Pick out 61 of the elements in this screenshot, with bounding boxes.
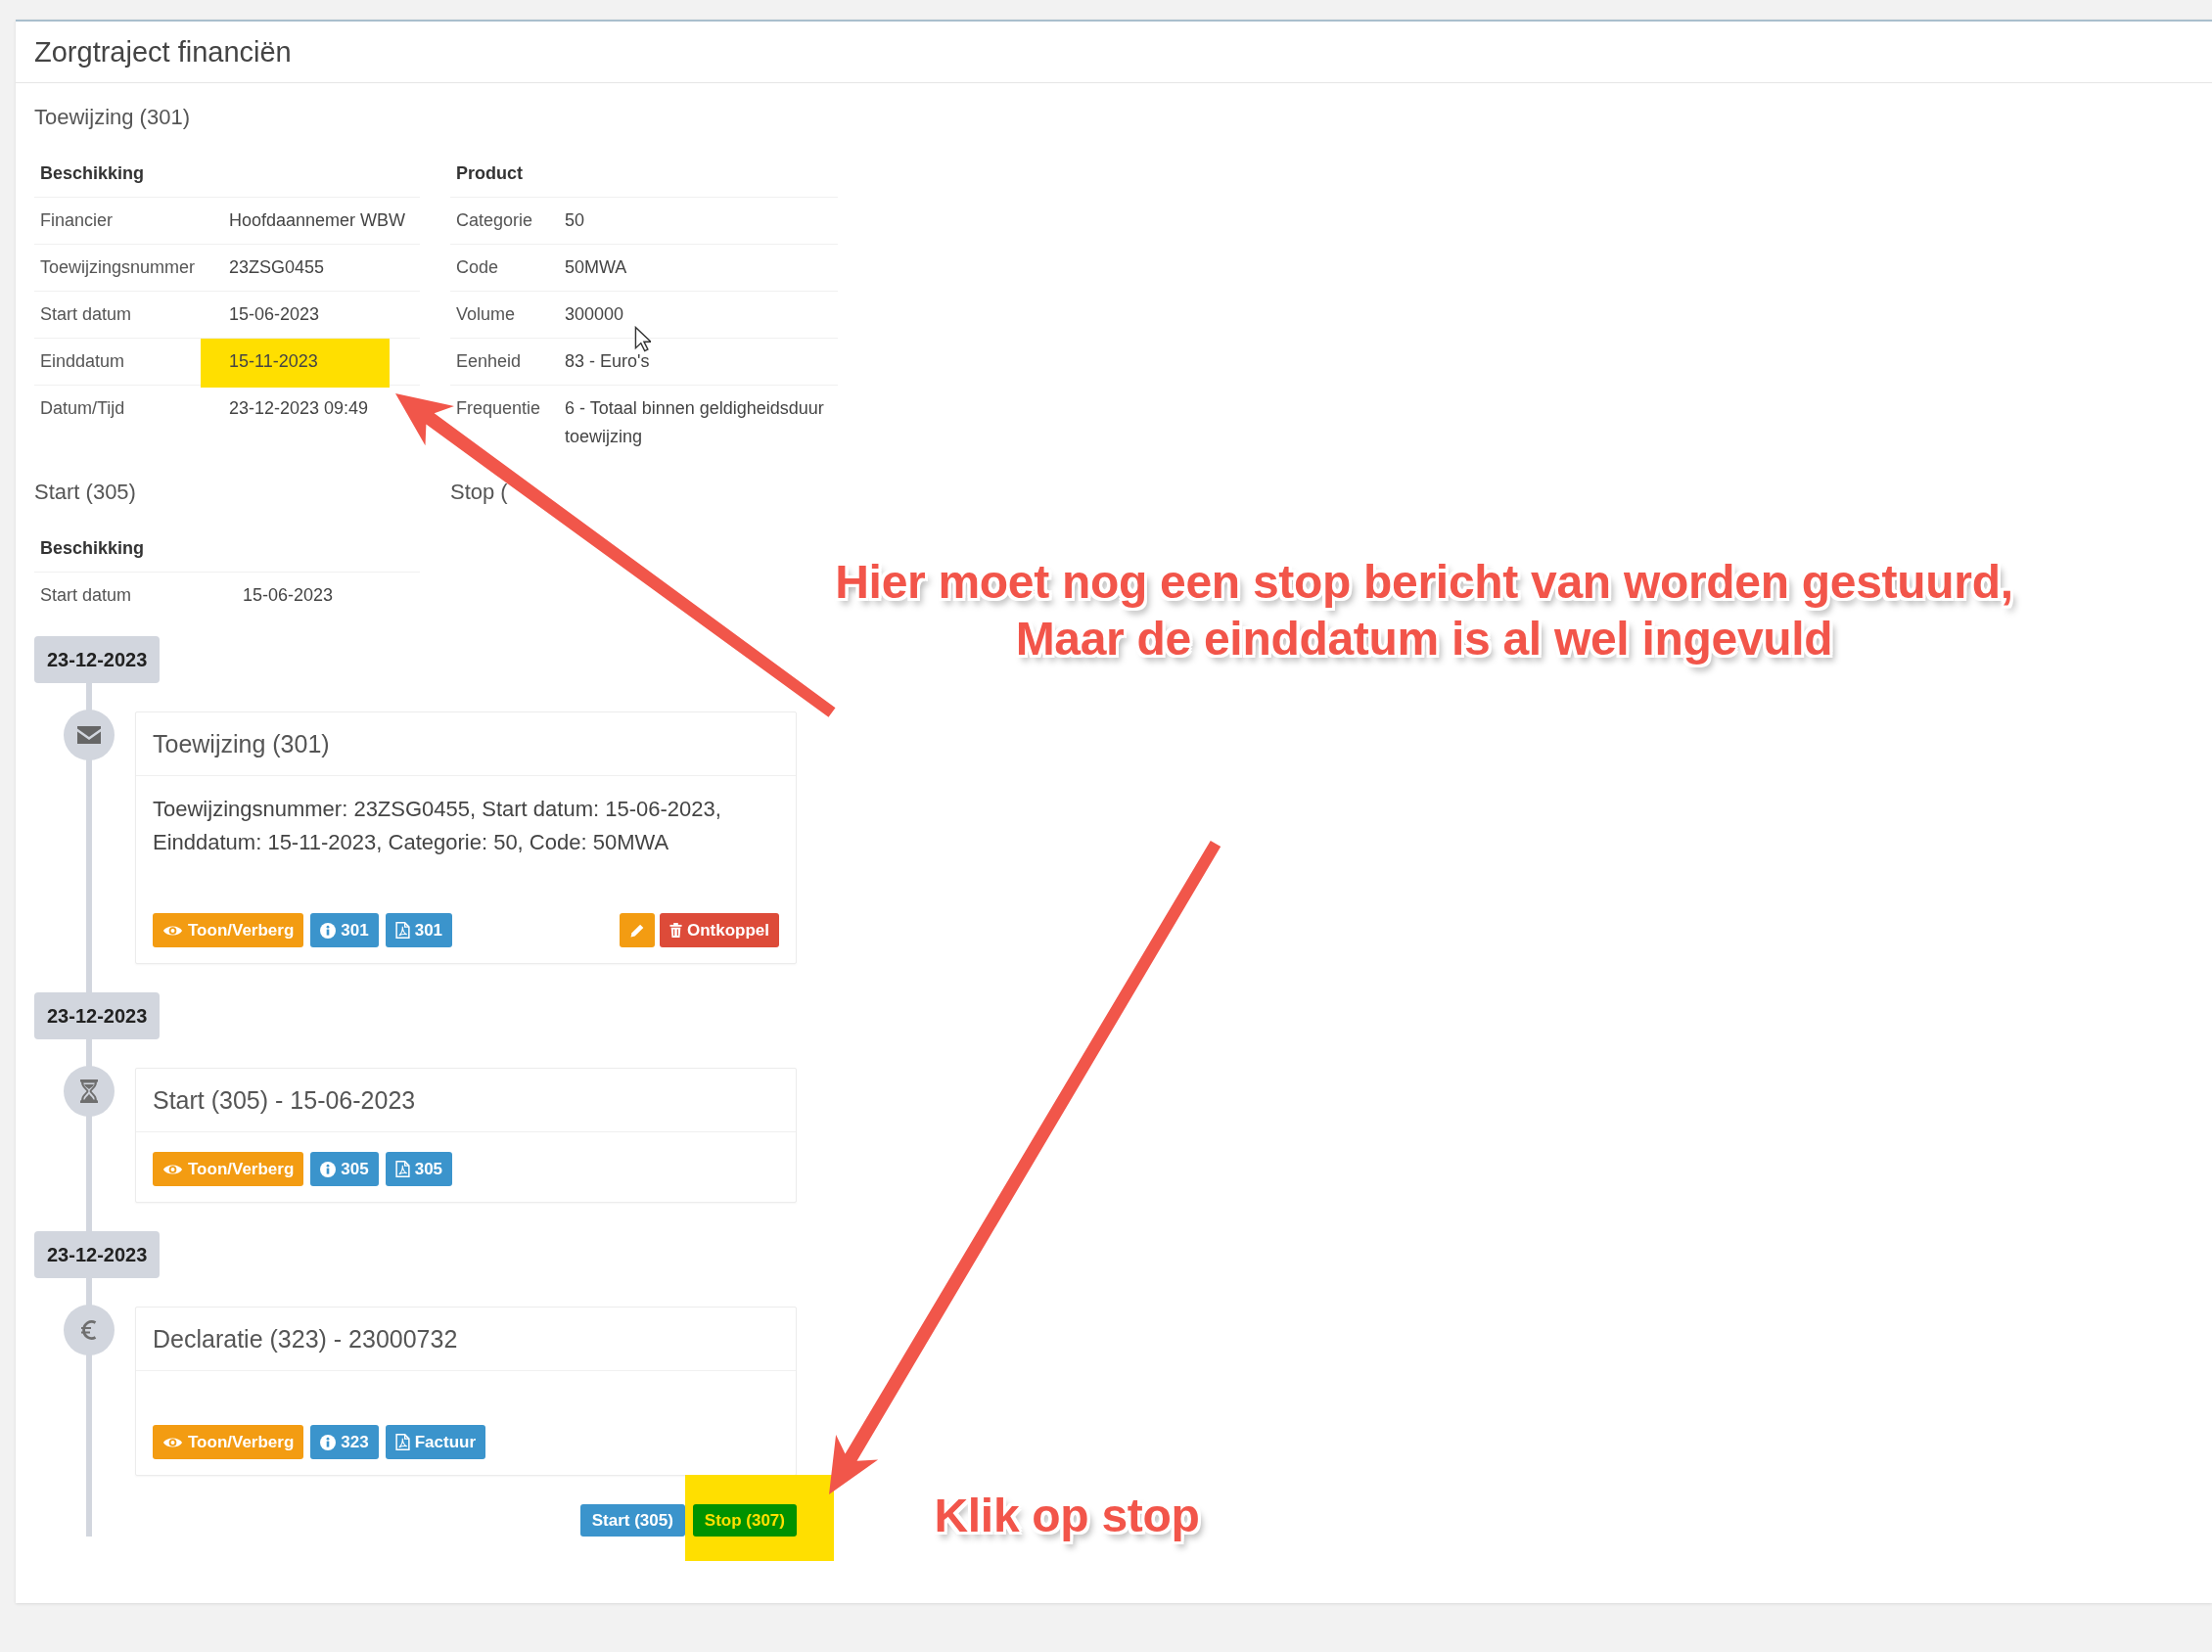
card-text: Toewijzingsnummer: 23ZSG0455, Start datum: 15-06-2023, Einddatum: 15-11-2023, Categorie: 50, Code: 50MWA <box>153 797 721 854</box>
info-icon <box>320 1161 337 1177</box>
field-label: Code <box>456 256 499 279</box>
panel-title: Zorgtraject financiën <box>34 35 292 69</box>
field-label: Financier <box>40 209 114 232</box>
field-value: 6 - Totaal binnen geldigheidsduur toewijzing <box>565 397 825 448</box>
trash-icon <box>668 923 682 938</box>
card-title: Toewijzing (301) <box>153 729 330 758</box>
cursor-icon <box>634 326 651 352</box>
unlink-button[interactable]: Ontkoppel <box>659 913 779 947</box>
document-icon <box>394 922 410 939</box>
info-icon <box>320 1434 337 1450</box>
info-icon <box>320 922 337 939</box>
document-icon <box>394 1434 410 1450</box>
toggle-button[interactable]: Toon/Verberg <box>153 1152 304 1186</box>
section-title: Toewijzing (301) <box>34 104 190 131</box>
start-button[interactable]: Start (305) <box>579 1504 685 1537</box>
field-label: Volume <box>456 303 516 326</box>
document-icon <box>394 1161 410 1177</box>
field-value: 83 - Euro's <box>565 350 650 373</box>
toggle-button[interactable]: Toon/Verberg <box>153 913 304 947</box>
info-button[interactable]: 305 <box>310 1152 379 1186</box>
field-value: 300000 <box>565 303 624 326</box>
table-heading: Product <box>456 161 523 185</box>
section-title: Stop ( <box>450 479 508 506</box>
table-heading: Beschikking <box>40 161 145 185</box>
field-label: Categorie <box>456 209 533 232</box>
stop-button[interactable]: Stop (307) <box>692 1504 797 1537</box>
field-value: 15-06-2023 <box>243 584 334 607</box>
edit-button[interactable] <box>619 913 655 947</box>
pencil-icon <box>628 922 645 939</box>
annotation-text: Hier moet nog een stop bericht van worden gestuurd, Maar de einddatum is al wel ingevuld <box>834 555 2014 666</box>
field-value: Hoofdaannemer WBW <box>229 209 406 232</box>
section-title: Start (305) <box>34 479 136 506</box>
field-value: 23ZSG0455 <box>229 256 325 279</box>
info-button[interactable]: 323 <box>310 1425 379 1459</box>
field-label: Eenheid <box>456 350 522 373</box>
table-heading: Beschikking <box>40 536 145 560</box>
annotation-text: Klik op stop <box>933 1489 1201 1543</box>
toggle-button[interactable]: Toon/Verberg <box>153 1425 304 1459</box>
info-button[interactable]: 301 <box>310 913 379 947</box>
field-label: Einddatum <box>40 350 125 373</box>
eye-icon <box>162 1162 183 1176</box>
field-value: 50MWA <box>565 256 627 279</box>
date-badge: 23-12-2023 <box>34 636 161 683</box>
pdf-button[interactable]: 305 <box>385 1152 453 1186</box>
field-value: 15-06-2023 <box>229 303 320 326</box>
pdf-button[interactable]: Factuur <box>385 1425 486 1459</box>
field-value: 15-11-2023 <box>229 350 318 373</box>
field-label: Datum/Tijd <box>40 397 125 420</box>
field-label: Start datum <box>40 584 132 607</box>
card-title: Start (305) - 15-06-2023 <box>153 1085 416 1115</box>
field-label: Frequentie <box>456 397 541 420</box>
field-value: 23-12-2023 09:49 <box>229 397 369 420</box>
eye-icon <box>162 923 183 938</box>
field-label: Start datum <box>40 303 132 326</box>
eye-icon <box>162 1435 183 1449</box>
card-title: Declaratie (323) - 23000732 <box>153 1324 458 1354</box>
pdf-button[interactable]: 301 <box>385 913 453 947</box>
field-value: 50 <box>565 209 585 232</box>
field-label: Toewijzingsnummer <box>40 256 196 279</box>
